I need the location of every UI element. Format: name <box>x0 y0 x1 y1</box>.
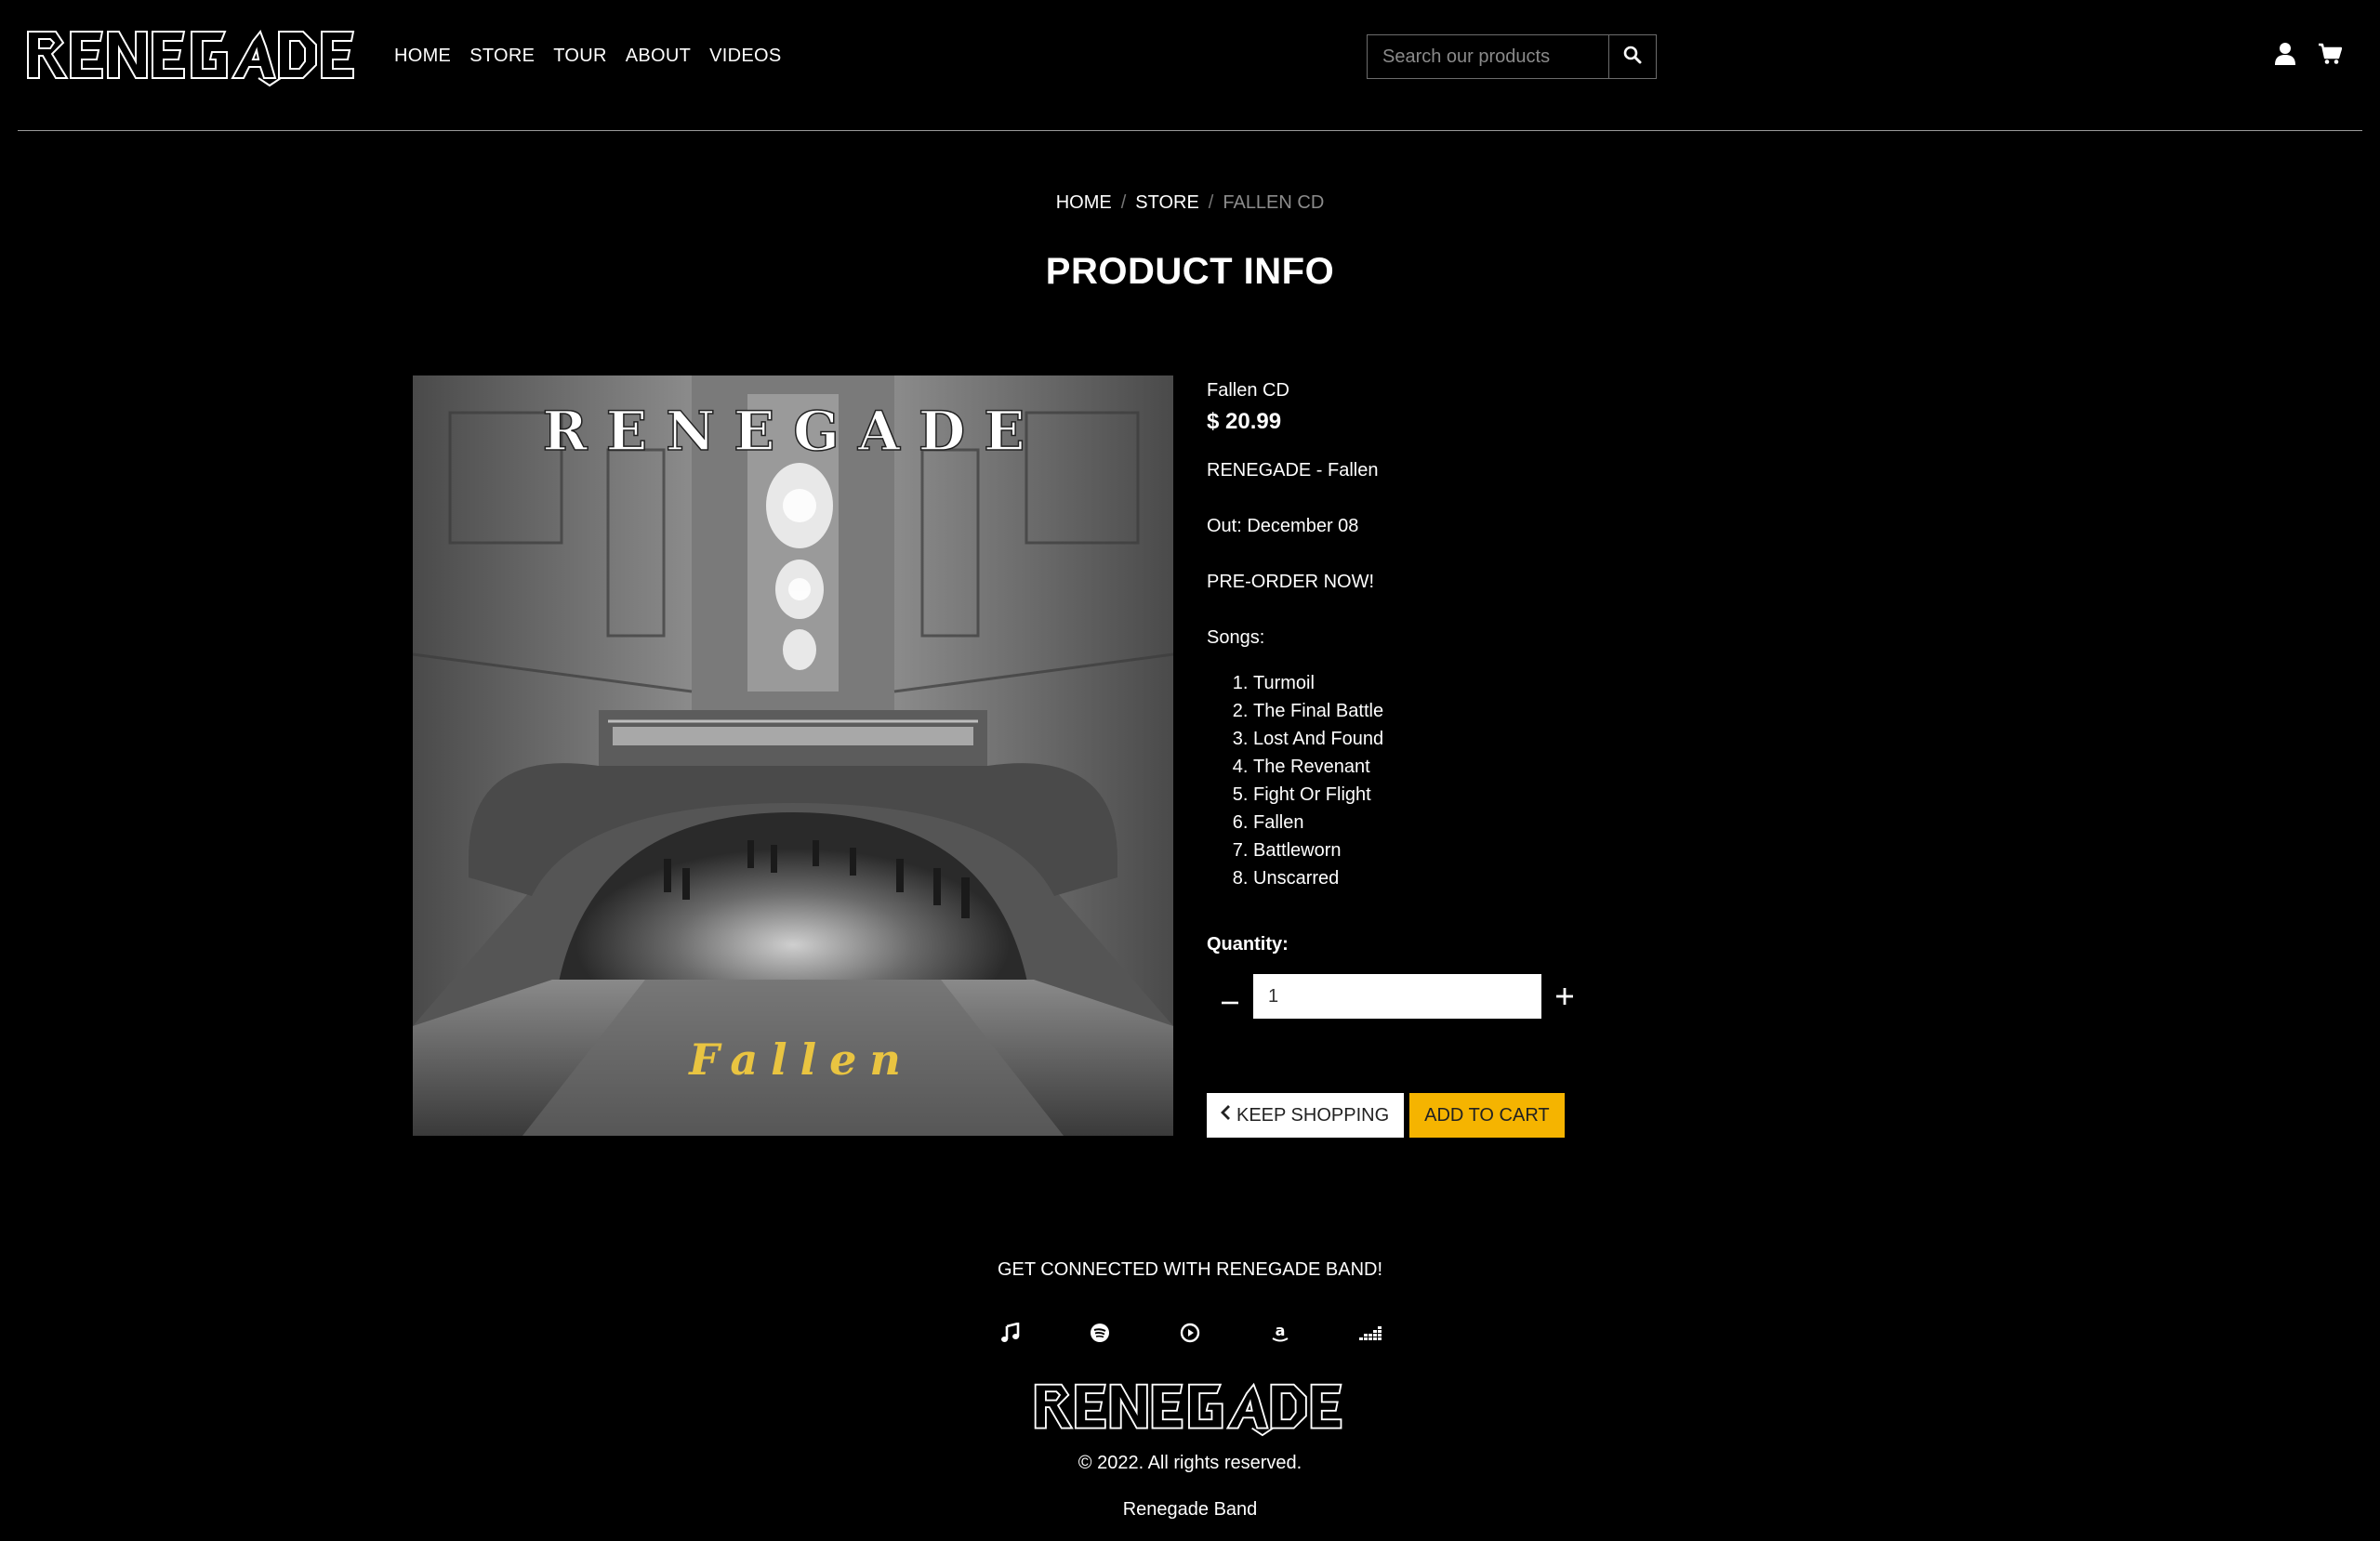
header-actions <box>2272 41 2343 67</box>
product-details: Fallen CD $ 20.99 RENEGADE - Fallen Out:… <box>1207 377 1672 1138</box>
quantity-stepper <box>1207 974 1672 1019</box>
quantity-input[interactable] <box>1253 974 1541 1019</box>
renegade-logo[interactable] <box>26 26 357 87</box>
breadcrumb-home[interactable]: HOME <box>1056 192 1112 213</box>
deezer-icon[interactable] <box>1357 1320 1383 1346</box>
plus-icon <box>1556 981 1573 1012</box>
apple-music-icon[interactable] <box>997 1320 1023 1346</box>
product-price: $ 20.99 <box>1207 409 1282 434</box>
search-icon <box>1623 46 1642 69</box>
product-actions: KEEP SHOPPING ADD TO CART <box>1207 1093 1672 1138</box>
spotify-icon[interactable] <box>1087 1320 1113 1346</box>
songs-label: Songs: <box>1207 627 1265 648</box>
breadcrumb-separator: / <box>1120 192 1127 213</box>
svg-text:a: a <box>1276 1323 1286 1339</box>
footer-renegade-logo <box>1023 1379 1355 1437</box>
list-item: Fallen <box>1253 809 1672 836</box>
footer-copyright: © 2022. All rights reserved. <box>1078 1453 1302 1473</box>
list-item: Lost And Found <box>1253 725 1672 753</box>
song-list: Turmoil The Final Battle Lost And Found … <box>1207 669 1672 892</box>
chevron-left-icon <box>1220 1104 1231 1126</box>
decrease-quantity-button[interactable] <box>1207 974 1253 1019</box>
add-to-cart-button[interactable]: ADD TO CART <box>1409 1093 1565 1138</box>
breadcrumb-store[interactable]: STORE <box>1135 192 1199 213</box>
list-item: The Final Battle <box>1253 697 1672 725</box>
cart-icon[interactable] <box>2317 41 2343 67</box>
increase-quantity-button[interactable] <box>1541 974 1588 1019</box>
breadcrumb-current: FALLEN CD <box>1223 192 1325 213</box>
nav-about[interactable]: ABOUT <box>626 43 691 69</box>
list-item: Unscarred <box>1253 864 1672 892</box>
product-release-date: Out: December 08 <box>1207 516 1359 536</box>
product-name: Fallen CD <box>1207 380 1289 401</box>
album-band-title: RENEGADE <box>543 400 1044 463</box>
product-image[interactable]: RENEGADE Fallen <box>413 375 1173 1136</box>
breadcrumb-separator: / <box>1208 192 1214 213</box>
search-bar <box>1367 34 1657 79</box>
product-description: RENEGADE - Fallen <box>1207 460 1379 481</box>
product-preorder: PRE-ORDER NOW! <box>1207 572 1374 592</box>
user-icon[interactable] <box>2272 41 2298 67</box>
keep-shopping-label: KEEP SHOPPING <box>1236 1104 1390 1126</box>
breadcrumb: HOME / STORE / FALLEN CD <box>0 190 2380 216</box>
amazon-icon[interactable]: a <box>1267 1320 1293 1346</box>
list-item: Fight Or Flight <box>1253 781 1672 809</box>
footer-connect-text: GET CONNECTED WITH RENEGADE BAND! <box>997 1259 1383 1280</box>
quantity-label: Quantity: <box>1207 934 1289 955</box>
list-item: Battleworn <box>1253 836 1672 864</box>
nav-tour[interactable]: TOUR <box>553 43 607 69</box>
header-divider <box>18 130 2362 131</box>
youtube-music-icon[interactable] <box>1177 1320 1203 1346</box>
footer-band-name: Renegade Band <box>1122 1499 1258 1520</box>
search-input[interactable] <box>1367 34 1608 79</box>
list-item: Turmoil <box>1253 669 1672 697</box>
nav-home[interactable]: HOME <box>394 43 451 69</box>
nav-store[interactable]: STORE <box>469 43 535 69</box>
minus-icon <box>1222 981 1238 1012</box>
footer-social-links: a <box>997 1320 1383 1346</box>
nav-videos[interactable]: VIDEOS <box>709 43 781 69</box>
page-title: PRODUCT INFO <box>1045 251 1335 292</box>
main-nav: HOME STORE TOUR ABOUT VIDEOS <box>394 43 800 69</box>
search-button[interactable] <box>1608 34 1657 79</box>
list-item: The Revenant <box>1253 753 1672 781</box>
keep-shopping-button[interactable]: KEEP SHOPPING <box>1207 1093 1405 1138</box>
site-header: HOME STORE TOUR ABOUT VIDEOS <box>0 0 2380 132</box>
album-title: Fallen <box>687 1034 914 1085</box>
